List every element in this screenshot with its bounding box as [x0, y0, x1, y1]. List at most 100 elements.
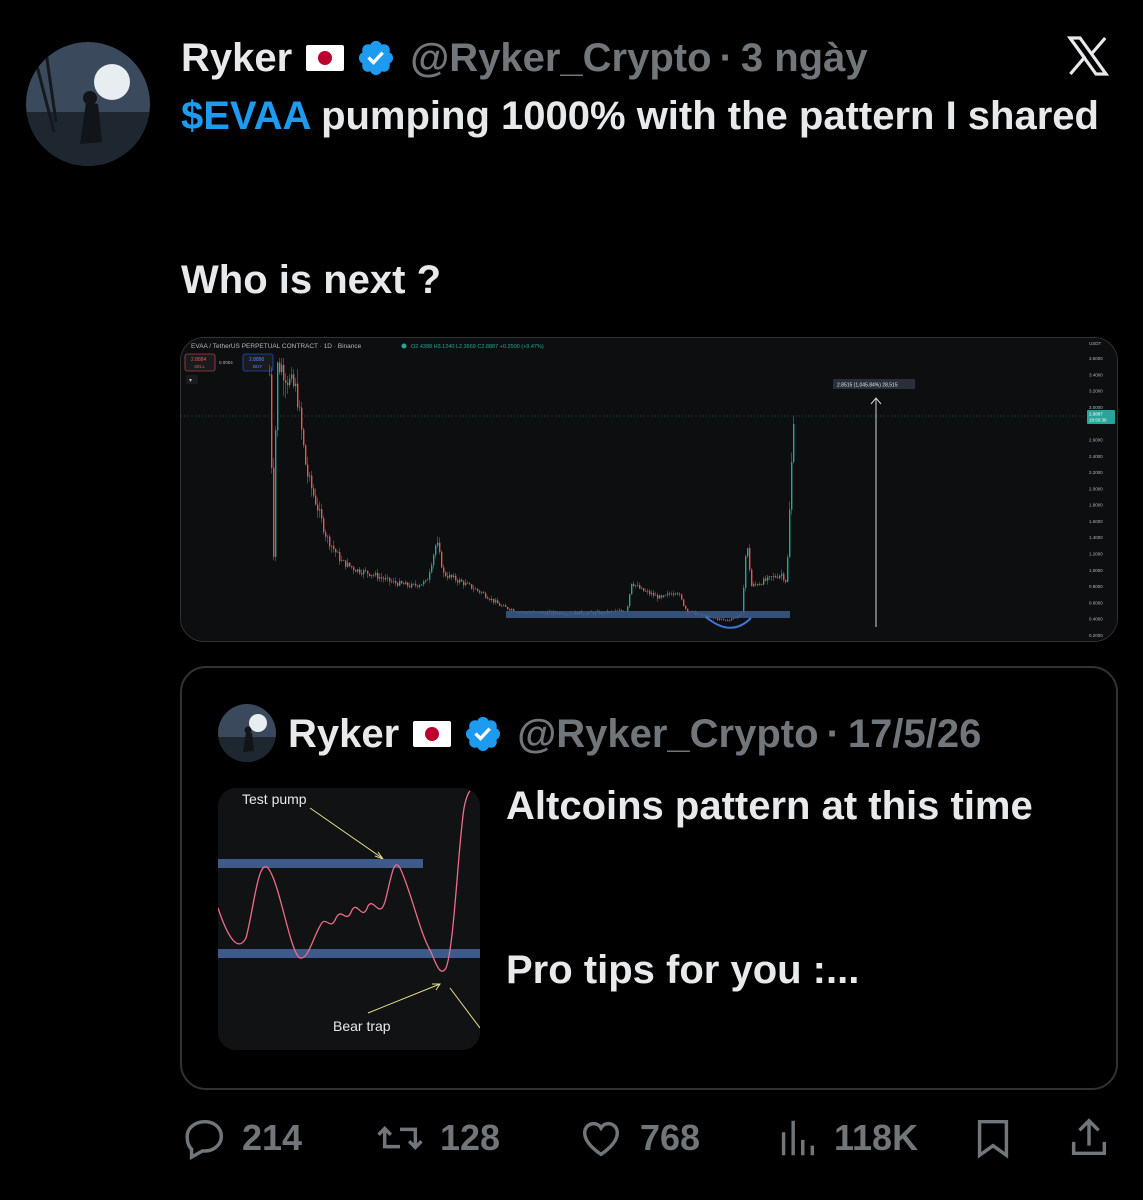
x-logo-icon — [1066, 36, 1110, 76]
tweet-time[interactable]: 3 ngày — [741, 36, 868, 81]
views-icon — [781, 1120, 815, 1156]
share-button[interactable] — [1066, 1110, 1126, 1166]
candle-body — [415, 583, 417, 586]
quoted-handle[interactable]: @Ryker_Crypto — [517, 712, 818, 757]
candle-body — [271, 374, 273, 468]
candle-body — [505, 605, 507, 607]
candle-body — [341, 560, 343, 562]
price-tick: 0.8000 — [1089, 584, 1103, 589]
candle-body — [351, 566, 353, 568]
author-name[interactable]: Ryker — [181, 36, 292, 81]
candle-body — [491, 598, 493, 600]
candle-body — [277, 362, 279, 431]
candle-body — [665, 594, 667, 596]
pattern-thumbnail[interactable]: Test pump Bear trap — [218, 788, 480, 1050]
candle-body — [443, 567, 445, 573]
candle-body — [291, 374, 293, 379]
candle-body — [487, 597, 489, 599]
candle-body — [325, 532, 327, 537]
candle-body — [489, 598, 491, 600]
candle-body — [441, 551, 443, 568]
candle-body — [471, 584, 473, 589]
action-bar: 214 128 768 118K — [182, 1110, 1122, 1166]
candle-body — [723, 619, 725, 620]
candle-body — [367, 570, 369, 574]
reply-button[interactable]: 214 — [182, 1110, 302, 1166]
candle-body — [289, 378, 291, 386]
japan-flag-icon — [413, 721, 452, 747]
candle-body — [323, 518, 325, 533]
author-row: Ryker @Ryker_Crypto · 3 ngày — [181, 30, 868, 86]
candle-body — [445, 572, 447, 577]
candle-body — [787, 557, 789, 582]
candle-body — [619, 610, 621, 611]
avatar[interactable] — [26, 42, 150, 166]
candle-body — [273, 467, 275, 557]
separator-dot: · — [719, 35, 733, 80]
like-button[interactable]: 768 — [576, 1110, 700, 1166]
candle-body — [461, 579, 463, 582]
candle-body — [785, 580, 787, 582]
candle-body — [295, 383, 297, 387]
candle-body — [369, 573, 371, 576]
candle-body — [463, 581, 465, 586]
candle-body — [675, 593, 677, 594]
candle-body — [437, 542, 439, 546]
candle-body — [783, 573, 785, 581]
author-handle[interactable]: @Ryker_Crypto — [410, 36, 711, 81]
candle-body — [497, 600, 499, 604]
candle-body — [357, 569, 359, 572]
candle-body — [651, 593, 653, 595]
candle-body — [287, 382, 289, 386]
candle-body — [717, 618, 719, 620]
measure-label: 2.8515 (1,045.84%) 28,515 — [837, 383, 898, 389]
candle-body — [279, 362, 281, 373]
support-band — [218, 949, 480, 958]
candle-body — [677, 593, 679, 595]
candle-body — [299, 407, 301, 408]
candle-body — [769, 576, 771, 577]
like-count: 768 — [640, 1117, 701, 1158]
candle-body — [743, 587, 745, 614]
repost-button[interactable]: 128 — [374, 1110, 500, 1166]
candle-body — [779, 575, 781, 578]
candle-body — [655, 594, 657, 596]
quoted-text-2: Pro tips for you :... — [506, 948, 860, 992]
japan-flag-icon — [306, 45, 345, 71]
separator-dot: · — [826, 711, 840, 756]
candle-body — [439, 542, 441, 552]
candle-body — [447, 576, 449, 578]
price-tick: 0.4000 — [1089, 617, 1103, 622]
chevron-down-icon: ▾ — [189, 378, 192, 384]
candle-body — [771, 576, 773, 577]
candle-body — [781, 573, 783, 576]
candle-body — [673, 593, 675, 595]
chart-image[interactable]: EVAA / TetherUS PERPETUAL CONTRACT · 1D … — [180, 337, 1118, 642]
candle-body — [311, 475, 313, 489]
candle-body — [503, 605, 505, 607]
candle-body — [477, 588, 479, 591]
candle-body — [667, 593, 669, 595]
candle-body — [745, 556, 747, 588]
price-tick: 3.4000 — [1089, 372, 1103, 377]
quoted-author-name[interactable]: Ryker — [288, 712, 399, 757]
quoted-date[interactable]: 17/5/26 — [848, 712, 981, 757]
candle-body — [381, 577, 383, 579]
candle-body — [371, 575, 373, 576]
candle-body — [343, 560, 345, 562]
candle-body — [377, 573, 379, 579]
chart-header: EVAA / TetherUS PERPETUAL CONTRACT · 1D … — [191, 343, 362, 350]
cashtag-link[interactable]: $EVAA — [181, 94, 310, 138]
quoted-avatar[interactable] — [218, 704, 276, 762]
bookmark-button[interactable] — [970, 1110, 1030, 1166]
candle-body — [303, 429, 305, 446]
candle-body — [451, 574, 453, 578]
candle-body — [661, 595, 663, 598]
support-band — [506, 611, 790, 618]
candle-body — [653, 593, 655, 596]
candle-body — [335, 549, 337, 553]
views-button[interactable]: 118K — [774, 1110, 918, 1166]
candle-body — [397, 583, 399, 586]
candle-body — [395, 581, 397, 584]
candle-body — [293, 374, 295, 387]
